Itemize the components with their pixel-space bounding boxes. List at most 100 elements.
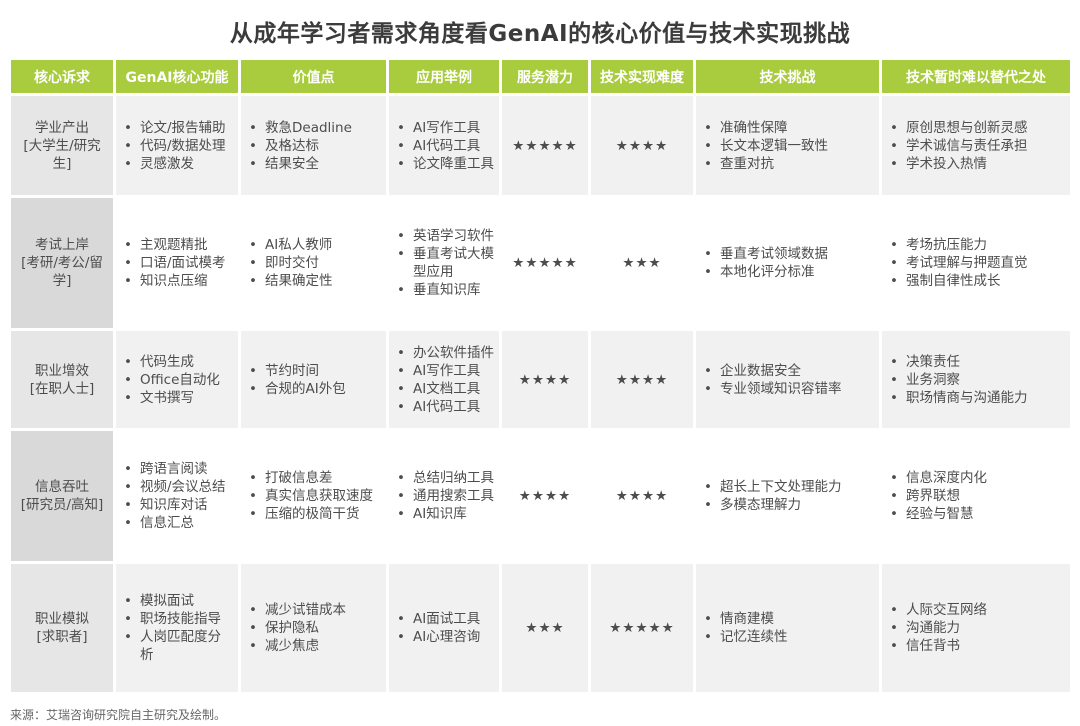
- irreplaceable-cell: 信息深度内化跨界联想经验与智慧: [882, 431, 1070, 561]
- value-list: 减少试错成本保护隐私减少焦虑: [245, 601, 382, 655]
- irreplaceable-list: 信息深度内化跨界联想经验与智慧: [886, 469, 1066, 523]
- difficulty-stars: ★★★★★: [591, 564, 693, 692]
- difficulty-stars: ★★★: [591, 198, 693, 328]
- page-title: 从成年学习者需求角度看GenAI的核心价值与技术实现挑战: [229, 21, 851, 47]
- source-note: 来源：艾瑞咨询研究院自主研究及绘制。: [10, 708, 227, 722]
- function-item: 人岗匹配度分析: [120, 628, 234, 664]
- value-list: 打破信息差真实信息获取速度压缩的极简干货: [245, 469, 382, 523]
- function-list: 模拟面试职场技能指导人岗匹配度分析: [120, 592, 234, 664]
- irreplaceable-list: 原创思想与创新灵感学术诚信与责任承担学术投入热情: [886, 119, 1066, 173]
- header-potential: 服务潜力: [502, 60, 588, 93]
- function-item: 信息汇总: [120, 514, 234, 532]
- need-label: 职业模拟: [35, 611, 89, 627]
- example-item: 论文降重工具: [393, 155, 495, 173]
- irreplaceable-item: 学术投入热情: [886, 155, 1066, 173]
- need-cell: 职业模拟 [求职者]: [11, 564, 113, 692]
- example-item: AI心理咨询: [393, 628, 495, 646]
- irreplaceable-list: 人际交互网络沟通能力信任背书: [886, 601, 1066, 655]
- functions-cell: 跨语言阅读视频/会议总结知识库对话信息汇总: [116, 431, 238, 561]
- challenge-item: 专业领域知识容错率: [700, 380, 875, 398]
- difficulty-stars: ★★★★: [591, 431, 693, 561]
- need-label: 信息吞吐: [35, 479, 89, 495]
- need-label: 考试上岸: [35, 237, 89, 253]
- header-need: 核心诉求: [11, 60, 113, 93]
- challenge-item: 记忆连续性: [700, 628, 875, 646]
- irreplaceable-item: 经验与智慧: [886, 505, 1066, 523]
- irreplaceable-cell: 原创思想与创新灵感学术诚信与责任承担学术投入热情: [882, 96, 1070, 195]
- table-row: 职业模拟 [求职者] 模拟面试职场技能指导人岗匹配度分析减少试错成本保护隐私减少焦虑…: [11, 564, 1070, 692]
- example-item: AI知识库: [393, 505, 495, 523]
- value-item: 压缩的极简干货: [245, 505, 382, 523]
- irreplaceable-item: 信息深度内化: [886, 469, 1066, 487]
- function-item: 跨语言阅读: [120, 460, 234, 478]
- function-item: 模拟面试: [120, 592, 234, 610]
- value-item: 减少试错成本: [245, 601, 382, 619]
- challenge-list: 情商建模记忆连续性: [700, 610, 875, 646]
- value-item: 减少焦虑: [245, 637, 382, 655]
- irreplaceable-item: 考场抗压能力: [886, 236, 1066, 254]
- values-cell: 打破信息差真实信息获取速度压缩的极简干货: [241, 431, 386, 561]
- functions-cell: 主观题精批口语/面试模考知识点压缩: [116, 198, 238, 328]
- example-item: AI写作工具: [393, 362, 495, 380]
- function-list: 论文/报告辅助代码/数据处理灵感激发: [120, 119, 234, 173]
- function-list: 代码生成Office自动化文书撰写: [120, 353, 234, 407]
- examples-cell: 英语学习软件垂直考试大模型应用垂直知识库: [389, 198, 499, 328]
- function-item: 知识库对话: [120, 496, 234, 514]
- functions-cell: 代码生成Office自动化文书撰写: [116, 331, 238, 428]
- value-list: AI私人教师即时交付结果确定性: [245, 236, 382, 290]
- irreplaceable-item: 人际交互网络: [886, 601, 1066, 619]
- need-audience: [研究员/高知]: [20, 497, 104, 513]
- value-item: 即时交付: [245, 254, 382, 272]
- header-functions: GenAI核心功能: [116, 60, 238, 93]
- challenge-item: 多模态理解力: [700, 496, 875, 514]
- need-label: 学业产出: [35, 119, 89, 136]
- values-cell: 节约时间合规的AI外包: [241, 331, 386, 428]
- value-item: 合规的AI外包: [245, 380, 382, 398]
- example-item: AI代码工具: [393, 398, 495, 416]
- challenges-cell: 垂直考试领域数据本地化评分标准: [696, 198, 879, 328]
- need-audience: [考研/考公/留学]: [21, 255, 103, 289]
- irreplaceable-list: 考场抗压能力考试理解与押题直觉强制自律性成长: [886, 236, 1066, 290]
- example-list: AI面试工具AI心理咨询: [393, 610, 495, 646]
- value-item: 打破信息差: [245, 469, 382, 487]
- examples-cell: 办公软件插件AI写作工具AI文档工具AI代码工具: [389, 331, 499, 428]
- challenge-list: 超长上下文处理能力多模态理解力: [700, 478, 875, 514]
- irreplaceable-cell: 人际交互网络沟通能力信任背书: [882, 564, 1070, 692]
- challenge-item: 查重对抗: [700, 155, 875, 173]
- header-challenges: 技术挑战: [696, 60, 879, 93]
- examples-cell: 总结归纳工具通用搜索工具AI知识库: [389, 431, 499, 561]
- potential-stars: ★★★★★: [502, 198, 588, 328]
- example-list: AI写作工具AI代码工具论文降重工具: [393, 119, 495, 173]
- challenges-cell: 情商建模记忆连续性: [696, 564, 879, 692]
- irreplaceable-item: 信任背书: [886, 637, 1066, 655]
- values-cell: AI私人教师即时交付结果确定性: [241, 198, 386, 328]
- irreplaceable-item: 强制自律性成长: [886, 272, 1066, 290]
- example-item: AI面试工具: [393, 610, 495, 628]
- values-cell: 救急Deadline及格达标结果安全: [241, 96, 386, 195]
- functions-cell: 论文/报告辅助代码/数据处理灵感激发: [116, 96, 238, 195]
- function-item: 主观题精批: [120, 236, 234, 254]
- example-item: 通用搜索工具: [393, 487, 495, 505]
- header-values: 价值点: [241, 60, 386, 93]
- example-item: AI写作工具: [393, 119, 495, 137]
- need-audience: [在职人士]: [29, 380, 95, 397]
- challenge-item: 长文本逻辑一致性: [700, 137, 875, 155]
- function-item: 代码/数据处理: [120, 137, 234, 155]
- value-item: 救急Deadline: [245, 119, 382, 137]
- table-row: 考试上岸 [考研/考公/留学] 主观题精批口语/面试模考知识点压缩AI私人教师即时交…: [11, 198, 1070, 328]
- example-item: 办公软件插件: [393, 344, 495, 362]
- examples-cell: AI写作工具AI代码工具论文降重工具: [389, 96, 499, 195]
- potential-stars: ★★★★★: [502, 96, 588, 195]
- potential-stars: ★★★★: [502, 331, 588, 428]
- example-list: 办公软件插件AI写作工具AI文档工具AI代码工具: [393, 344, 495, 416]
- header-examples: 应用举例: [389, 60, 499, 93]
- need-cell: 学业产出 [大学生/研究生]: [11, 96, 113, 195]
- function-item: 视频/会议总结: [120, 478, 234, 496]
- challenges-cell: 企业数据安全专业领域知识容错率: [696, 331, 879, 428]
- function-item: 论文/报告辅助: [120, 119, 234, 137]
- header-irreplaceable: 技术暂时难以替代之处: [882, 60, 1070, 93]
- need-cell: 信息吞吐 [研究员/高知]: [11, 431, 113, 561]
- function-item: 代码生成: [120, 353, 234, 371]
- examples-cell: AI面试工具AI心理咨询: [389, 564, 499, 692]
- challenge-list: 垂直考试领域数据本地化评分标准: [700, 245, 875, 281]
